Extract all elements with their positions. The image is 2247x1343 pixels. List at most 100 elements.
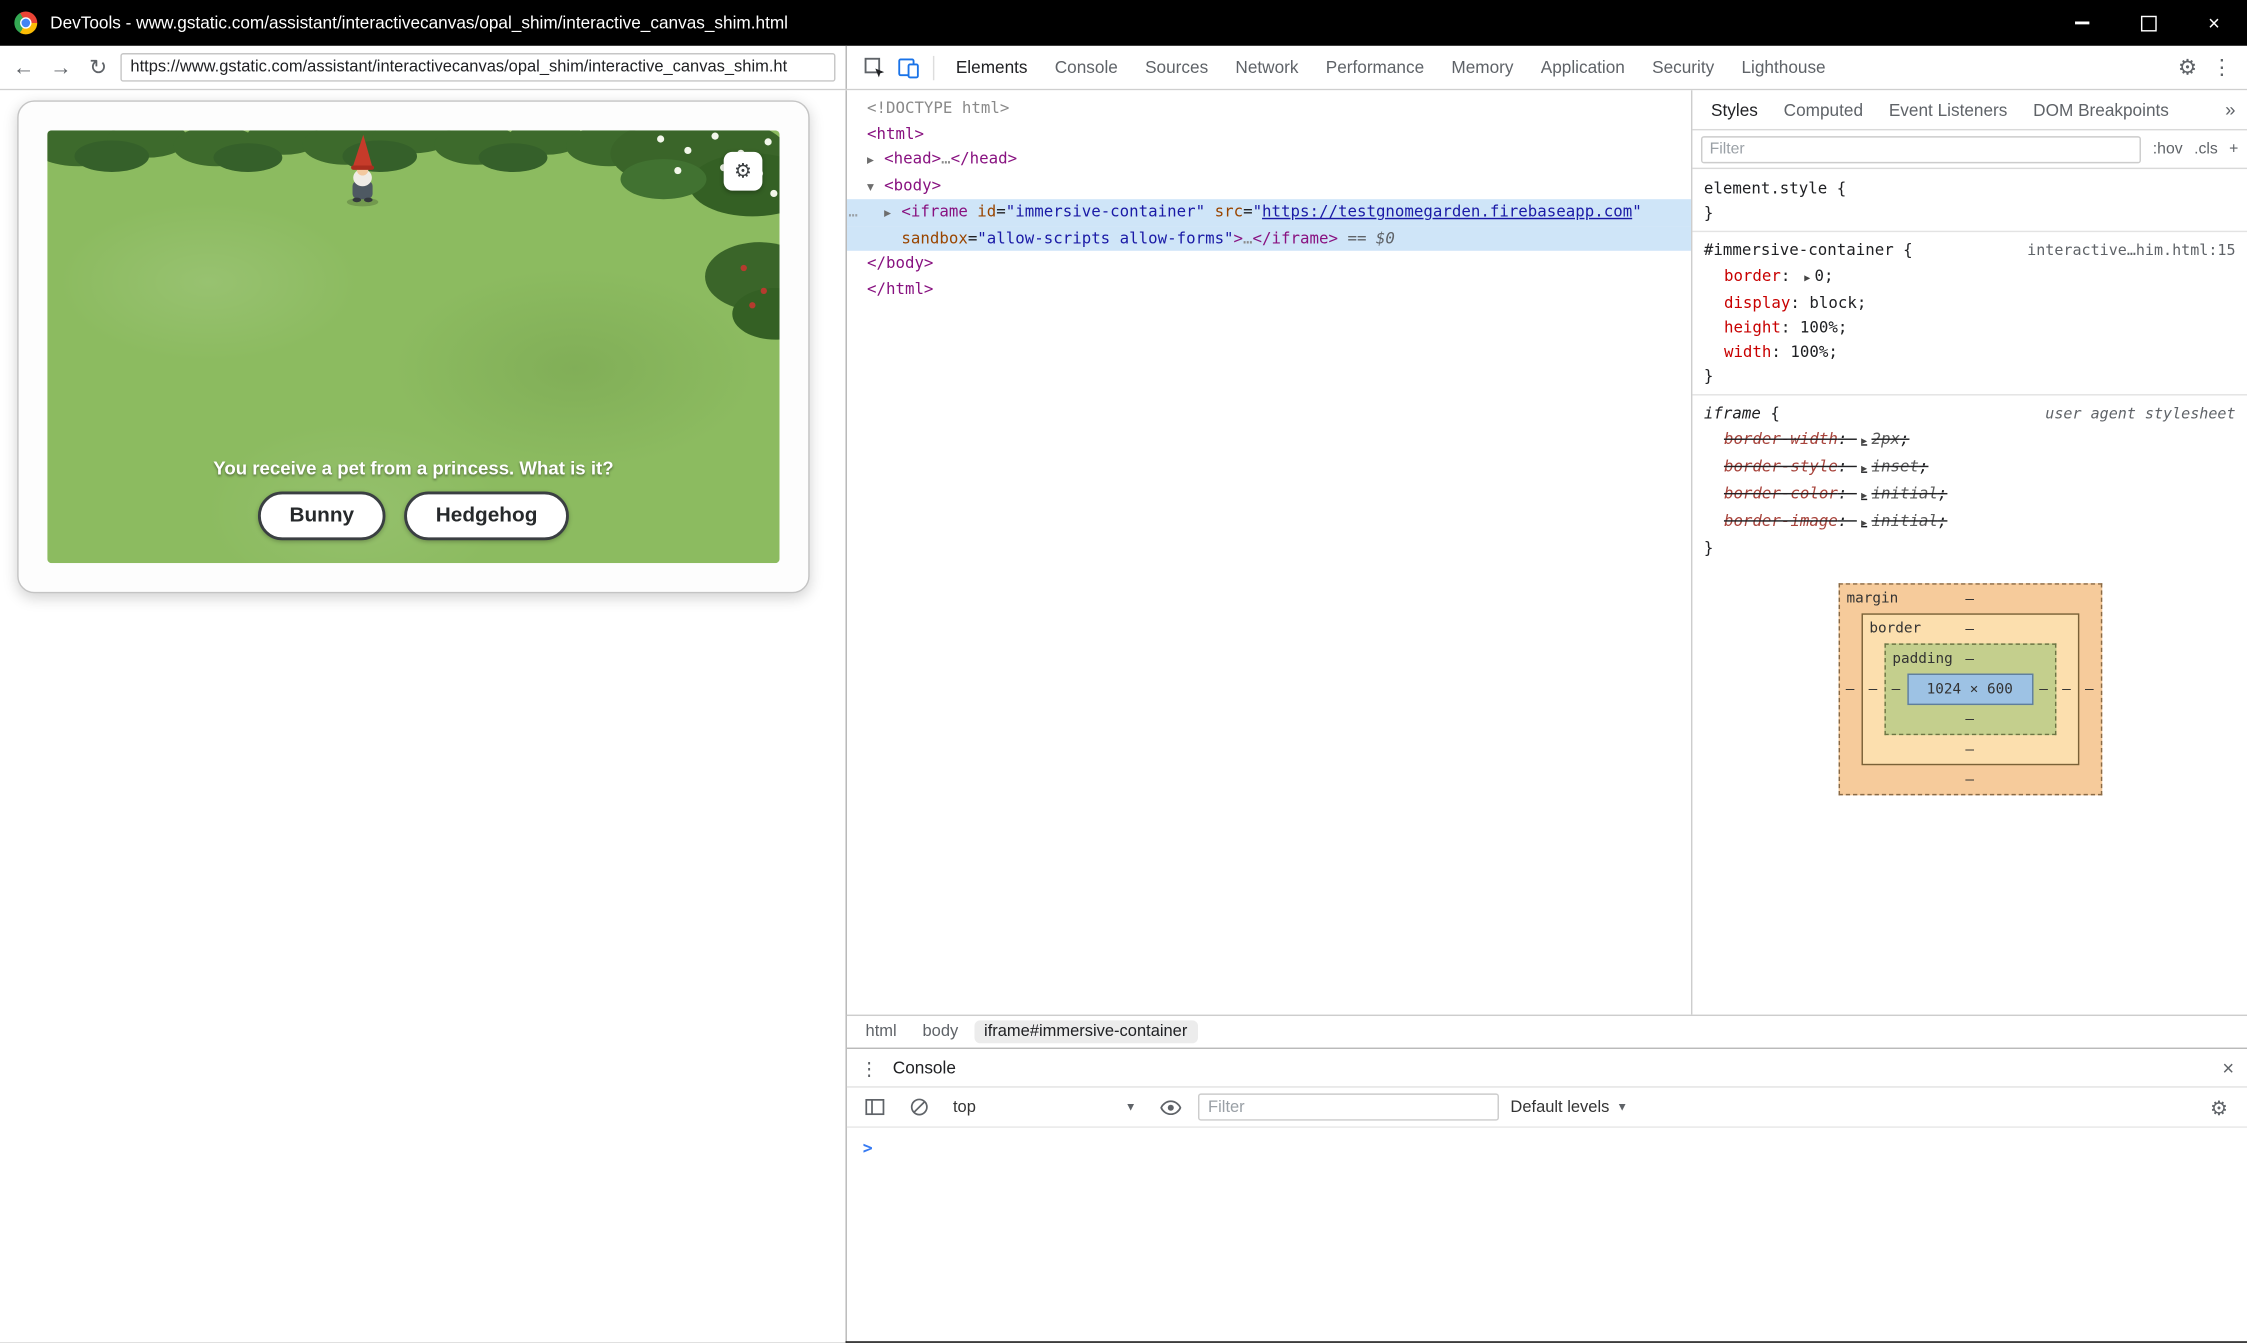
game-settings-button[interactable]: ⚙ bbox=[724, 152, 763, 191]
tab-sources[interactable]: Sources bbox=[1132, 47, 1221, 89]
css-property[interactable]: border-image: ▶initial; bbox=[1692, 509, 2247, 536]
dom-tree-node[interactable]: <!DOCTYPE html> bbox=[847, 96, 1691, 121]
drawer-tab-console[interactable]: Console bbox=[893, 1058, 956, 1078]
expand-arrow-icon[interactable]: ▶ bbox=[884, 201, 901, 226]
minimize-button[interactable] bbox=[2049, 0, 2115, 46]
overflow-chevron-icon[interactable]: » bbox=[2214, 99, 2247, 120]
dom-tree-node[interactable]: </body> bbox=[847, 251, 1691, 276]
maximize-button[interactable] bbox=[2115, 0, 2181, 46]
clear-console-icon[interactable] bbox=[903, 1091, 936, 1124]
console-drawer: ⋮ Console × bbox=[847, 1048, 2247, 1343]
settings-gear-icon[interactable]: ⚙ bbox=[2171, 51, 2204, 84]
answer-buttons: Bunny Hedgehog bbox=[47, 492, 779, 541]
breadcrumb-body[interactable]: body bbox=[912, 1020, 968, 1043]
expand-arrow-icon[interactable]: ▶ bbox=[1861, 436, 1867, 447]
css-property[interactable]: height: 100%; bbox=[1692, 315, 2247, 339]
dom-tree-node[interactable]: ▶<head>…</head> bbox=[847, 146, 1691, 173]
breadcrumb: html body iframe#immersive-container bbox=[847, 1015, 2247, 1048]
live-expression-eye-icon[interactable] bbox=[1154, 1091, 1187, 1124]
console-prompt-chevron[interactable]: > bbox=[863, 1138, 873, 1158]
execution-context-select[interactable]: top ▼ bbox=[947, 1096, 1142, 1119]
back-button[interactable]: ← bbox=[9, 57, 39, 78]
toolbar-row: ← → ↻ https://www.gstatic.com/assistant/… bbox=[0, 46, 2247, 90]
tablet-device-frame: ⚙ You receive a pet from a princess. Wha… bbox=[17, 100, 809, 593]
content-size-value: 1024 × 600 bbox=[1907, 674, 2033, 706]
tab-dom-breakpoints[interactable]: DOM Breakpoints bbox=[2020, 100, 2182, 120]
drawer-kebab-icon[interactable]: ⋮ bbox=[860, 1058, 879, 1077]
tab-elements[interactable]: Elements bbox=[943, 47, 1040, 89]
breadcrumb-iframe[interactable]: iframe#immersive-container bbox=[974, 1020, 1197, 1043]
inspected-page-pane: ⚙ You receive a pet from a princess. Wha… bbox=[0, 90, 845, 1342]
pseudo-state-button[interactable]: :hov bbox=[2153, 140, 2183, 157]
class-toggle-button[interactable]: .cls bbox=[2194, 140, 2218, 157]
devtools-tabbar: Elements Console Sources Network Perform… bbox=[845, 46, 2247, 89]
drawer-close-icon[interactable]: × bbox=[2222, 1058, 2234, 1078]
tab-computed[interactable]: Computed bbox=[1771, 100, 1876, 120]
css-property[interactable]: border-width: ▶2px; bbox=[1692, 427, 2247, 454]
device-toolbar-icon[interactable] bbox=[891, 51, 924, 84]
dom-tree: <!DOCTYPE html><html>▶<head>…</head>▼<bo… bbox=[847, 96, 1691, 301]
styles-sidebar-tabs: Styles Computed Event Listeners DOM Brea… bbox=[1692, 90, 2247, 130]
tab-styles[interactable]: Styles bbox=[1698, 100, 1771, 120]
breadcrumb-html[interactable]: html bbox=[856, 1020, 907, 1043]
forward-button[interactable]: → bbox=[46, 57, 76, 78]
tab-memory[interactable]: Memory bbox=[1439, 47, 1527, 89]
dom-tree-node[interactable]: <html> bbox=[847, 121, 1691, 146]
expand-arrow-icon[interactable]: ▼ bbox=[867, 174, 884, 199]
rule-selector[interactable]: element.style bbox=[1704, 178, 1827, 199]
console-filter-input[interactable] bbox=[1198, 1093, 1499, 1120]
tab-application[interactable]: Application bbox=[1528, 47, 1638, 89]
style-rule-immersive-container: #immersive-container {interactive…him.ht… bbox=[1692, 238, 2247, 388]
style-rule-iframe-ua: iframe {user agent stylesheet border-wid… bbox=[1692, 401, 2247, 560]
rule-selector[interactable]: iframe bbox=[1704, 404, 1761, 423]
chevron-down-icon: ▼ bbox=[1125, 1101, 1136, 1114]
reload-button[interactable]: ↻ bbox=[83, 57, 113, 78]
node-more-icon[interactable]: … bbox=[848, 199, 857, 224]
css-property[interactable]: border-color: ▶initial; bbox=[1692, 482, 2247, 509]
expand-arrow-icon[interactable]: ▶ bbox=[1861, 517, 1867, 528]
browser-nav: ← → ↻ https://www.gstatic.com/assistant/… bbox=[0, 46, 845, 89]
expand-arrow-icon[interactable]: ▶ bbox=[1861, 463, 1867, 474]
css-property[interactable]: border: ▶0; bbox=[1692, 264, 2247, 291]
border-label: border bbox=[1869, 621, 1921, 637]
answer-button-bunny[interactable]: Bunny bbox=[258, 492, 386, 541]
answer-button-hedgehog[interactable]: Hedgehog bbox=[404, 492, 569, 541]
tab-security[interactable]: Security bbox=[1639, 47, 1727, 89]
inspect-element-icon[interactable] bbox=[857, 51, 890, 84]
divider bbox=[1692, 231, 2247, 232]
drawer-header: ⋮ Console × bbox=[847, 1049, 2247, 1088]
css-property[interactable]: display: block; bbox=[1692, 291, 2247, 315]
address-bar[interactable]: https://www.gstatic.com/assistant/intera… bbox=[120, 53, 835, 82]
window-titlebar: DevTools - www.gstatic.com/assistant/int… bbox=[0, 0, 2247, 46]
expand-arrow-icon[interactable]: ▶ bbox=[1861, 490, 1867, 501]
console-settings-gear-icon[interactable]: ⚙ bbox=[2203, 1091, 2236, 1124]
tab-network[interactable]: Network bbox=[1223, 47, 1312, 89]
dom-tree-node[interactable]: sandbox="allow-scripts allow-forms">…</i… bbox=[847, 226, 1691, 251]
rule-selector[interactable]: #immersive-container bbox=[1704, 241, 1894, 260]
style-rule-element-style: element.style { } bbox=[1692, 176, 2247, 225]
tab-performance[interactable]: Performance bbox=[1313, 47, 1437, 89]
expand-arrow-icon[interactable]: ▶ bbox=[1804, 272, 1810, 283]
console-log-area[interactable]: > bbox=[847, 1128, 2247, 1343]
expand-arrow-icon[interactable]: ▶ bbox=[867, 148, 884, 173]
stylesheet-source-link[interactable]: interactive…him.html:15 bbox=[2016, 241, 2236, 262]
dom-tree-node[interactable]: …▶<iframe id="immersive-container" src="… bbox=[847, 199, 1691, 226]
chevron-down-icon: ▼ bbox=[1617, 1101, 1628, 1114]
dom-tree-node[interactable]: ▼<body> bbox=[847, 173, 1691, 200]
css-property[interactable]: width: 100%; bbox=[1692, 340, 2247, 364]
new-style-rule-button[interactable]: + bbox=[2229, 140, 2238, 157]
user-agent-stylesheet-label: user agent stylesheet bbox=[2034, 404, 2236, 425]
close-button[interactable]: × bbox=[2181, 0, 2247, 46]
dom-tree-node[interactable]: </html> bbox=[847, 276, 1691, 301]
more-options-icon[interactable]: ⋮ bbox=[2205, 51, 2238, 84]
tab-event-listeners[interactable]: Event Listeners bbox=[1876, 100, 2020, 120]
log-levels-select[interactable]: Default levels ▼ bbox=[1510, 1098, 1627, 1115]
styles-filter-input[interactable] bbox=[1701, 135, 2141, 162]
console-sidebar-icon[interactable] bbox=[858, 1091, 891, 1124]
game-question-text: You receive a pet from a princess. What … bbox=[47, 457, 779, 478]
tab-console[interactable]: Console bbox=[1042, 47, 1131, 89]
gnome-character bbox=[340, 133, 386, 208]
css-property[interactable]: border-style: ▶inset; bbox=[1692, 454, 2247, 481]
box-model-diagram[interactable]: margin– – border– – padding– bbox=[1838, 583, 2102, 795]
tab-lighthouse[interactable]: Lighthouse bbox=[1729, 47, 1839, 89]
